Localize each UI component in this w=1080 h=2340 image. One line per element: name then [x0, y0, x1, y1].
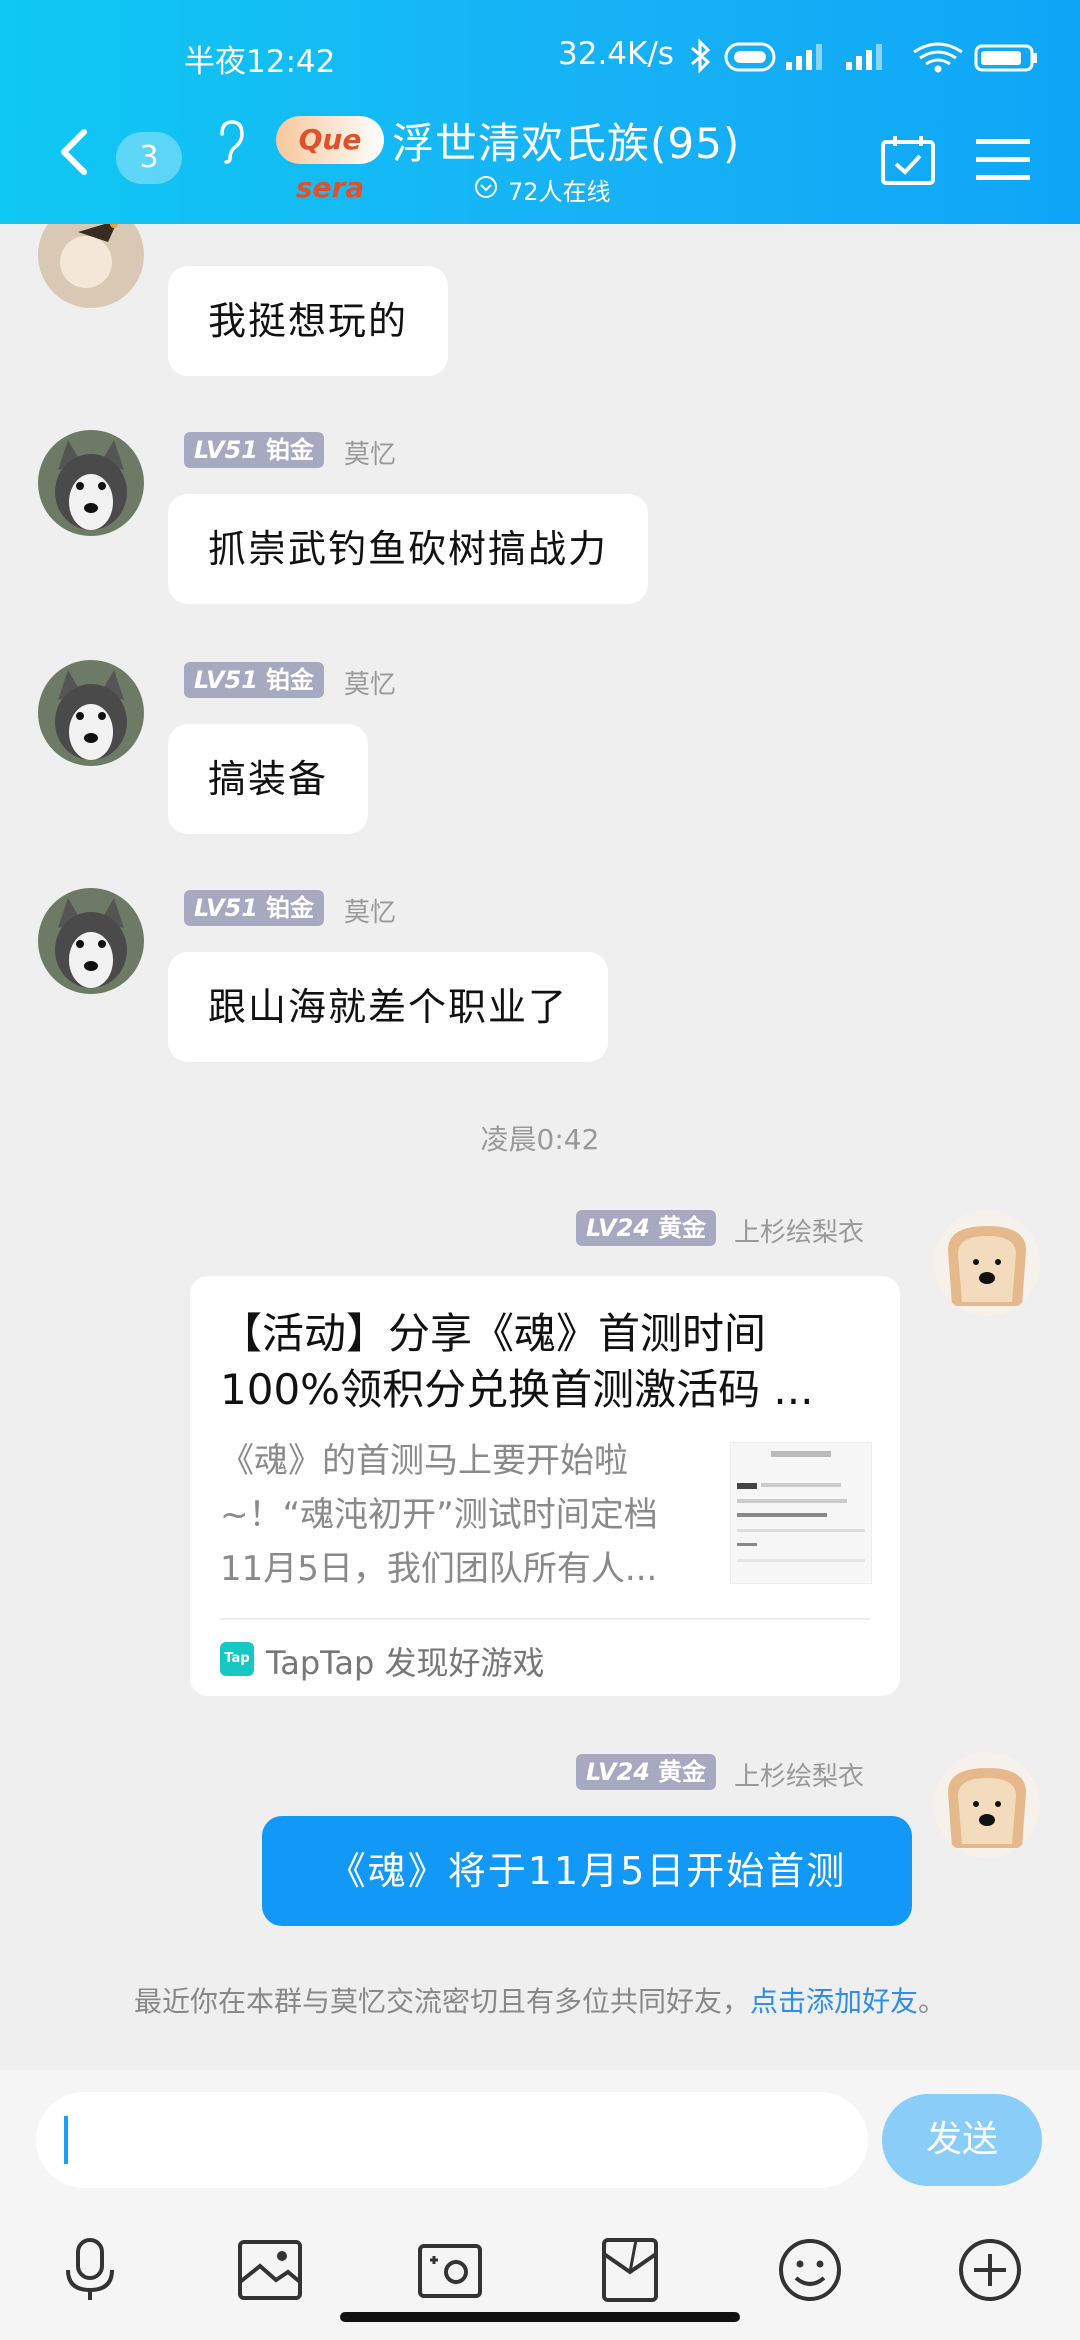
text-caret: [64, 2116, 68, 2164]
menu-icon[interactable]: [976, 136, 1030, 182]
message-input[interactable]: [36, 2092, 868, 2188]
online-check-icon: [475, 176, 497, 198]
battery-icon: [974, 44, 1037, 72]
chat-title[interactable]: 浮世清欢氏族(95): [392, 110, 740, 171]
sender-nickname[interactable]: 莫忆: [344, 892, 396, 929]
status-icons: [691, 38, 1037, 74]
send-button[interactable]: 发送: [882, 2094, 1042, 2186]
avatar-bread-dog[interactable]: [934, 1210, 1040, 1316]
status-network-speed: 32.4K/s: [558, 36, 674, 72]
level-tag: LV51 铂金: [184, 432, 324, 468]
picture-icon[interactable]: [236, 2236, 304, 2304]
ear-icon[interactable]: [216, 118, 246, 166]
message-bubble[interactable]: 抓崇武钓鱼砍树搞战力: [168, 494, 649, 604]
input-bar: 发送: [0, 2070, 1080, 2340]
add-friend-link[interactable]: 点击添加好友: [750, 1985, 918, 2018]
emoji-icon[interactable]: [776, 2236, 844, 2304]
calendar-check-icon[interactable]: [880, 134, 936, 186]
card-description: 《魂》的首测马上要开始啦~！“魂沌初开”测试时间定档11月5日，我们团队所有人.…: [220, 1441, 658, 1589]
red-packet-icon[interactable]: [596, 2236, 664, 2304]
sender-nickname[interactable]: 上杉绘梨衣: [734, 1212, 864, 1249]
sender-nickname[interactable]: 上杉绘梨衣: [734, 1756, 864, 1793]
unread-count-badge[interactable]: 3: [116, 132, 182, 184]
home-indicator[interactable]: [340, 2312, 740, 2322]
message-bubble[interactable]: 我挺想玩的: [168, 266, 449, 376]
sender-nickname[interactable]: 莫忆: [344, 664, 396, 701]
level-tag: LV51 铂金: [184, 662, 324, 698]
card-title: 【活动】分享《魂》首测时间100%领积分兑换首测激活码 ...: [220, 1309, 814, 1414]
my-message-bubble[interactable]: 《魂》将于11月5日开始首测: [262, 1816, 912, 1926]
timestamp: 凌晨0:42: [480, 1123, 600, 1156]
avatar-husky[interactable]: [38, 888, 144, 994]
avatar-husky[interactable]: [38, 430, 144, 536]
status-time: 半夜12:42: [184, 44, 336, 80]
signal-icon-1: [786, 44, 822, 70]
plus-icon[interactable]: [956, 2236, 1024, 2304]
avatar-bread-dog[interactable]: [934, 1752, 1040, 1858]
card-source: TapTap 发现好游戏: [266, 1644, 545, 1682]
wifi-icon: [913, 42, 963, 73]
taptap-logo-icon: Tap: [220, 1642, 254, 1676]
level-tag: LV24 黄金: [576, 1210, 716, 1246]
card-thumbnail: [730, 1442, 872, 1584]
signal-icon-2: [846, 44, 882, 70]
card-divider: [220, 1618, 870, 1620]
level-tag: LV24 黄金: [576, 1754, 716, 1790]
online-count: 72人在线: [508, 178, 611, 206]
clan-logo: Que sera: [276, 116, 384, 204]
level-tag: LV51 铂金: [184, 890, 324, 926]
system-message: 最近你在本群与莫忆交流密切且有多位共同好友，点击添加好友。: [133, 1985, 947, 2018]
bluetooth-icon: [691, 38, 711, 74]
sender-nickname[interactable]: 莫忆: [344, 434, 396, 471]
avatar-husky[interactable]: [38, 660, 144, 766]
message-bubble[interactable]: 搞装备: [168, 724, 369, 834]
message-bubble[interactable]: 跟山海就差个职业了: [168, 952, 609, 1062]
chat-header: 半夜12:42 32.4K/s 3 Que sera 浮世清欢氏族(95) 72…: [0, 0, 1080, 224]
microphone-icon[interactable]: [56, 2236, 124, 2304]
camera-icon[interactable]: [416, 2236, 484, 2304]
alarm-icon: [724, 42, 776, 72]
share-card[interactable]: 【活动】分享《魂》首测时间100%领积分兑换首测激活码 ... 《魂》的首测马上…: [190, 1276, 900, 1696]
back-arrow-icon[interactable]: [54, 128, 94, 176]
